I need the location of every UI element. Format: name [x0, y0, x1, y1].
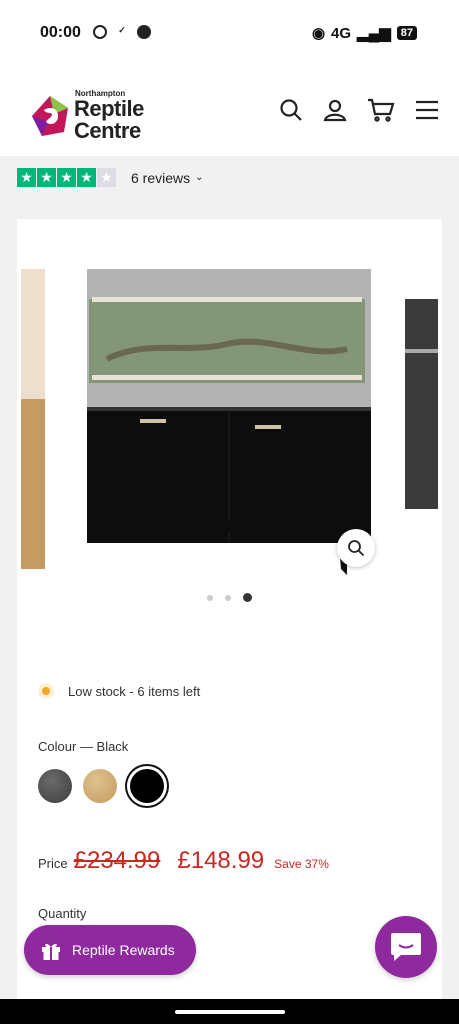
system-nav-bar [0, 999, 459, 1024]
gallery-dot-active[interactable] [243, 593, 252, 602]
zoom-icon [348, 540, 365, 557]
stock-status: Low stock - 6 items left [38, 683, 200, 699]
chat-button[interactable] [375, 916, 437, 978]
battery-indicator: 87 [396, 26, 417, 40]
product-gallery[interactable] [17, 259, 442, 589]
site-logo[interactable]: Northampton Reptile Centre [30, 90, 144, 142]
header-actions [279, 98, 439, 122]
quantity-label: Quantity [38, 906, 87, 921]
zoom-button[interactable] [337, 529, 375, 567]
network-label: 4G [331, 24, 352, 42]
gallery-dot[interactable] [225, 594, 231, 601]
notification-icon: ✓ [118, 25, 126, 35]
original-price: £234.99 [73, 847, 161, 874]
swatch-oak[interactable] [83, 769, 117, 803]
stock-text: Low stock - 6 items left [68, 683, 201, 699]
colour-label: Colour — Black [38, 739, 129, 754]
logo-mark-icon [32, 96, 68, 136]
gallery-pagination [207, 593, 252, 602]
swatch-black[interactable] [130, 769, 164, 803]
sale-price: £148.99 [177, 847, 265, 874]
gallery-dot[interactable] [207, 594, 213, 601]
price-label: Price [38, 856, 68, 871]
logo-line1: Reptile [74, 96, 144, 121]
hotspot-icon: ◉ [311, 25, 326, 42]
status-bar: 00:00 ✓ ◉ 4G ▂▄▆ 87 [0, 0, 459, 66]
star-icon: ★ [37, 168, 56, 187]
reviews-count: 6 reviews [131, 169, 191, 186]
menu-icon[interactable] [415, 100, 439, 120]
star-icon: ★ [17, 168, 36, 187]
search-icon[interactable] [279, 98, 303, 122]
swatch-grey[interactable] [38, 769, 72, 803]
chevron-down-icon: ⌄ [195, 172, 204, 183]
notification-icon [137, 25, 151, 39]
status-time: 00:00 [40, 24, 81, 41]
cart-icon[interactable] [367, 98, 395, 122]
notification-icons: ✓ [93, 25, 151, 39]
stock-indicator-icon [38, 683, 54, 699]
reptile-rewards-button[interactable]: Reptile Rewards [24, 925, 196, 975]
chat-icon [391, 933, 421, 961]
logo-line2: Centre [74, 118, 141, 143]
status-right: ◉ 4G ▂▄▆ 87 [312, 24, 417, 42]
product-card: Low stock - 6 items left Colour — Black … [17, 219, 442, 999]
star-empty-icon: ★ [97, 168, 116, 187]
account-icon[interactable] [323, 98, 347, 122]
rewards-label: Reptile Rewards [72, 942, 175, 958]
star-icon: ★ [77, 168, 96, 187]
logo-text: Northampton Reptile Centre [74, 90, 144, 142]
price-row: Price £234.99 £148.99 Save 37% [38, 847, 329, 875]
colour-swatches [38, 769, 164, 803]
reviews-summary[interactable]: ★ ★ ★ ★ ★ 6 reviews ⌄ [17, 168, 204, 187]
home-gesture-pill[interactable] [175, 1010, 285, 1014]
gift-icon [42, 943, 60, 960]
save-badge: Save 37% [274, 857, 329, 871]
signal-icon: ▂▄▆ [357, 25, 391, 42]
star-icon: ★ [57, 168, 76, 187]
product-image [21, 269, 438, 575]
site-header: Northampton Reptile Centre [0, 66, 459, 156]
notification-icon [93, 25, 107, 39]
